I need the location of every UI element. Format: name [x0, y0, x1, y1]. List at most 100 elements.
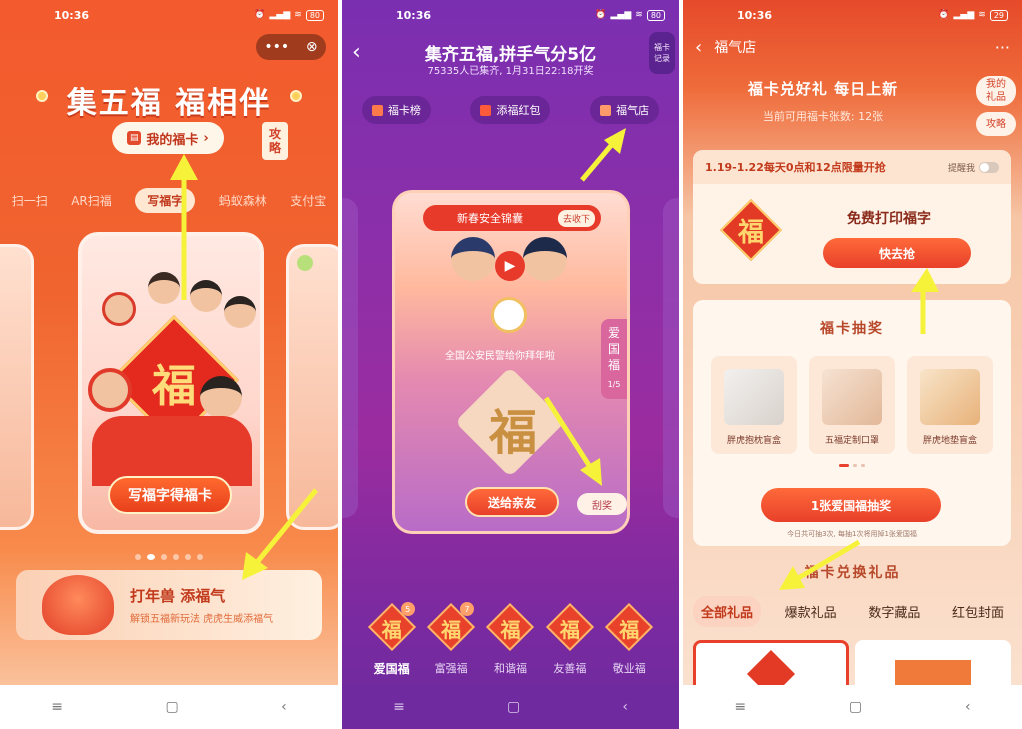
tab-scan[interactable]: 扫一扫	[12, 192, 48, 209]
shop-icon	[600, 104, 612, 116]
lottery-title: 福卡抽奖	[820, 321, 884, 337]
flash-sale-text: 1.19-1.22每天0点和12点限量开抢	[705, 161, 886, 174]
draw-lottery-button[interactable]: 1张爱国福抽奖	[761, 488, 941, 522]
home-icon[interactable]: ▢	[165, 699, 178, 715]
fu-card-name: 敬业福	[612, 662, 646, 675]
menu-icon[interactable]: ≡	[51, 699, 63, 715]
lottery-note: 今日共可抽3次, 每抽1次将用掉1张爱国福	[787, 530, 917, 538]
tab-alipay[interactable]: 支付宝	[290, 192, 326, 209]
free-print-title: 免费打印福字	[847, 211, 931, 227]
banner-subtitle: 解锁五福新玩法 虎虎生威添福气	[130, 614, 274, 625]
tab-all-gifts[interactable]: 全部礼品	[693, 596, 762, 627]
tab-red-packet-covers[interactable]: 红包封面	[944, 596, 1012, 627]
page-subtitle: 75335人已集齐, 1月31日22:18开奖	[427, 66, 594, 77]
tab-digital-collectibles[interactable]: 数字藏品	[860, 596, 928, 627]
pager-dot	[853, 464, 857, 467]
fu-ranking-button[interactable]: 福卡榜	[361, 96, 431, 124]
tab-ar-scan[interactable]: AR扫福	[71, 192, 112, 209]
write-fu-button[interactable]: 写福字得福卡	[108, 476, 232, 514]
mini-app-capsule: ••• ⊗	[256, 34, 326, 60]
header-title: 福气店	[714, 40, 757, 56]
alarm-icon: ⏰	[254, 10, 266, 20]
tab-hot-gifts[interactable]: 爆款礼品	[777, 596, 845, 627]
close-circle-icon[interactable]: ⊗	[306, 39, 318, 55]
send-to-friend-button[interactable]: 送给亲友	[465, 487, 559, 517]
banner-title: 打年兽 添福气	[130, 587, 226, 605]
gift-card[interactable]	[693, 640, 849, 699]
carousel-card-next[interactable]	[663, 198, 679, 518]
collect-button[interactable]: 去收下	[557, 209, 595, 227]
fu-character: 福	[152, 361, 196, 412]
status-bar: 10:36 ⏰ ▂▄▆ ≋ 80	[0, 0, 338, 30]
signal-icon: ▂▄▆	[953, 10, 975, 20]
back-icon[interactable]: ‹	[622, 699, 628, 715]
badge-icon	[297, 255, 313, 271]
remind-toggle[interactable]	[979, 161, 999, 173]
fu-character: 福	[559, 618, 580, 642]
phone-panel-fu-shop: 10:36 ⏰ ▂▄▆ ≋ 29 ‹ 福气店 ··· 福卡兑好礼 每日上新 当前…	[683, 0, 1022, 729]
my-gifts-button[interactable]: 我的 礼品	[976, 76, 1016, 106]
fu-card-hexie-tab[interactable]: 福 和谐福	[485, 602, 535, 677]
fu-shop-label: 福气店	[616, 104, 650, 117]
page-title: 集五福 福相伴	[66, 86, 272, 121]
menu-icon[interactable]: ≡	[734, 699, 746, 715]
remind-label: 提醒我	[947, 163, 975, 174]
fu-character: 福	[489, 405, 538, 461]
more-dots-icon[interactable]: •••	[264, 39, 289, 55]
fu-character: 福	[441, 618, 462, 642]
add-red-packet-button[interactable]: 添福红包	[470, 96, 551, 124]
feature-tabs: 扫一扫 AR扫福 写福字 蚂蚁森林 支付宝	[0, 186, 338, 214]
prize-card[interactable]: 胖虎抱枕盲盒	[711, 356, 797, 454]
back-icon[interactable]: ‹	[965, 699, 971, 715]
fu-shop-button[interactable]: 福气店	[590, 96, 660, 124]
system-nav-bar: ≡ ▢ ‹	[683, 685, 1022, 729]
carousel-card-prev[interactable]	[0, 244, 34, 530]
police-emblem	[491, 297, 527, 333]
prize-pager	[693, 464, 1011, 467]
my-gifts-label-bottom: 礼品	[986, 92, 1006, 103]
my-fu-card-button[interactable]: ▤ 我的福卡 ›	[112, 122, 224, 154]
more-dots-icon[interactable]: ···	[995, 38, 1010, 57]
status-time: 10:36	[396, 8, 432, 22]
fu-card-name: 和谐福	[493, 662, 527, 675]
safety-kit-title: 新春安全锦囊	[457, 212, 523, 225]
tab-ant-forest[interactable]: 蚂蚁森林	[219, 192, 267, 209]
home-icon[interactable]: ▢	[507, 699, 520, 715]
grab-now-button[interactable]: 快去抢	[823, 238, 971, 268]
carousel-card-next[interactable]	[286, 244, 338, 530]
pager-dot	[173, 554, 179, 560]
my-gifts-label-top: 我的	[986, 79, 1006, 90]
safety-kit-banner[interactable]: 新春安全锦囊 去收下	[423, 205, 601, 231]
home-icon[interactable]: ▢	[849, 699, 862, 715]
carousel-card-prev[interactable]	[342, 198, 358, 518]
back-arrow-icon[interactable]: ‹	[695, 37, 702, 58]
prize-card[interactable]: 胖虎地垫盲盒	[907, 356, 993, 454]
police-figure	[523, 237, 567, 281]
play-video-icon[interactable]: ▶	[495, 251, 525, 281]
nian-beast-banner[interactable]: 打年兽 添福气 解锁五福新玩法 虎虎生威添福气	[16, 570, 322, 640]
fu-card-aiguo[interactable]: 新春安全锦囊 去收下 ▶ 全国公安民警给你拜年啦 爱 国 福 1/5 福 送给亲…	[392, 190, 630, 534]
prize-card[interactable]: 五福定制口罩	[809, 356, 895, 454]
gift-card[interactable]	[855, 640, 1011, 690]
pager-dot	[861, 464, 865, 467]
fu-character: 福	[500, 618, 521, 642]
tab-write-fu[interactable]: 写福字	[135, 187, 196, 213]
fu-card-name: 富强福	[434, 662, 468, 675]
card-icon: ▤	[127, 131, 142, 145]
guide-button[interactable]: 攻略	[976, 112, 1016, 136]
fu-card-fuqiang-tab[interactable]: 7 福 富强福	[426, 602, 476, 677]
fu-card-record-button[interactable]: 福卡 记录	[649, 32, 675, 74]
menu-icon[interactable]: ≡	[393, 699, 405, 715]
count-badge: 7	[460, 602, 475, 616]
scratch-prize-button[interactable]: 刮奖	[577, 493, 627, 515]
illustration-child	[88, 368, 132, 412]
back-icon[interactable]: ‹	[281, 699, 287, 715]
pager-dot	[135, 554, 141, 560]
guide-button[interactable]: 攻 略	[262, 122, 288, 160]
status-bar: 10:36 ⏰ ▂▄▆ ≋ 80	[342, 0, 679, 30]
fu-card-aiguo-tab[interactable]: 5 福 爱国福	[367, 602, 417, 677]
fu-card-jingye-tab[interactable]: 福 敬业福	[604, 602, 654, 677]
back-arrow-icon[interactable]: ‹	[352, 40, 361, 65]
prize-image	[724, 369, 784, 425]
fu-card-youshan-tab[interactable]: 福 友善福	[545, 602, 595, 677]
